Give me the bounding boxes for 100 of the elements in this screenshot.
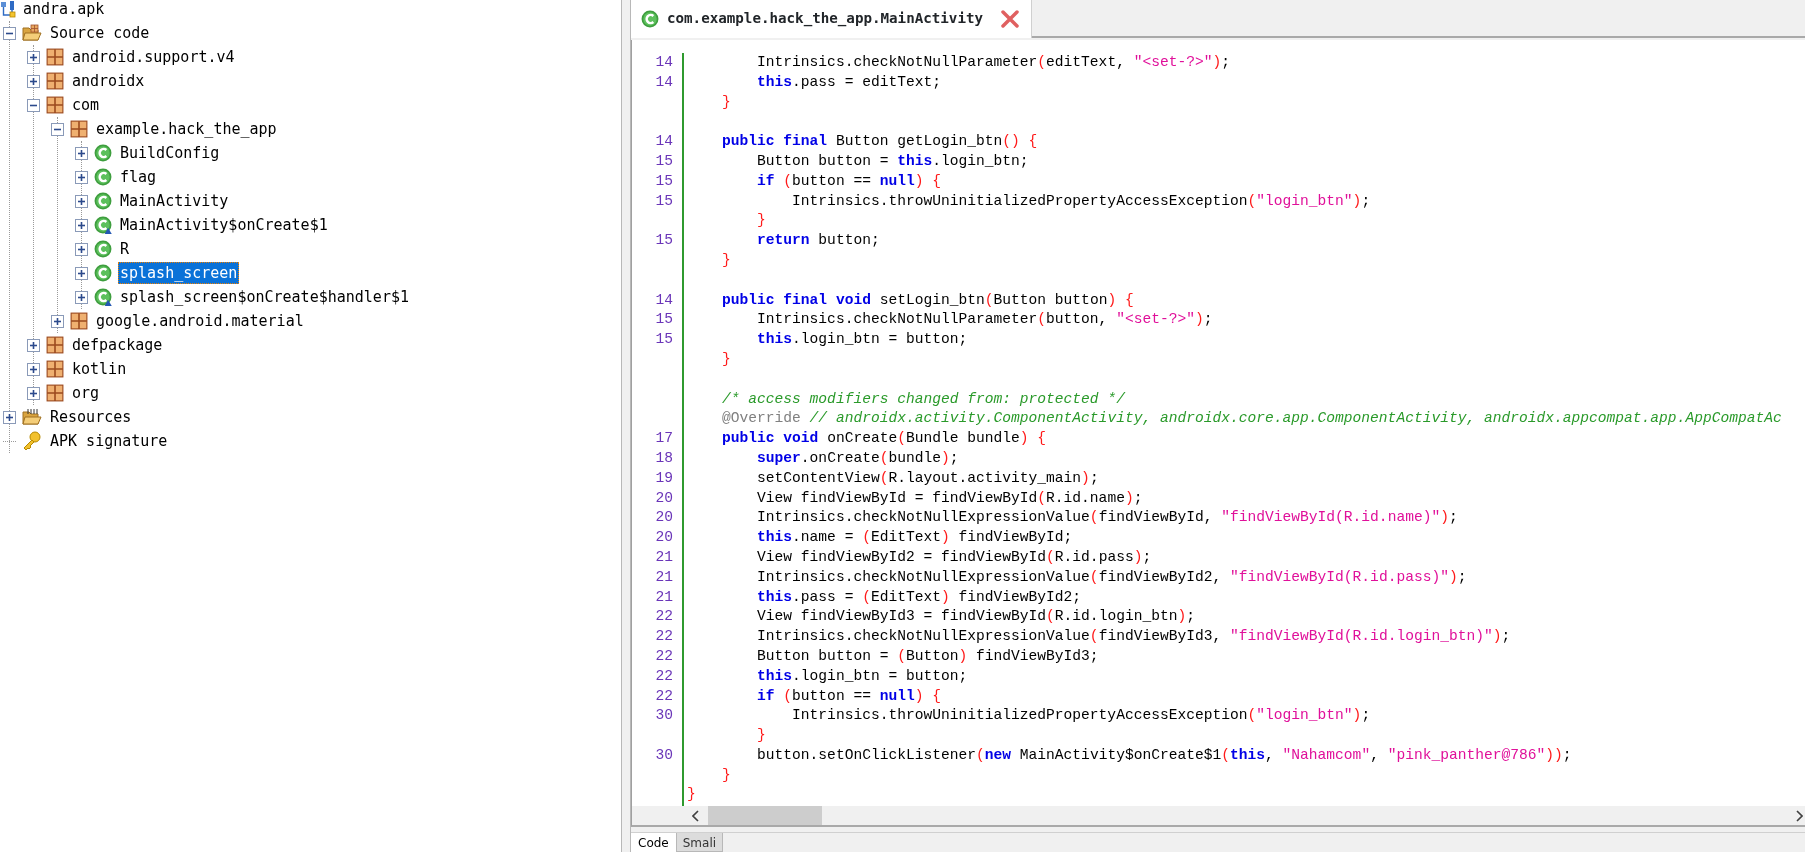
line-number: 22 <box>655 608 673 625</box>
package-icon <box>46 72 64 90</box>
tree-item[interactable]: google.android.material <box>94 310 306 332</box>
class-icon <box>94 240 112 258</box>
code-line: super.onCreate(bundle); <box>756 449 959 466</box>
tree-item[interactable]: splash_screen$onCreate$handler$1 <box>118 286 411 308</box>
code-line: Intrinsics.throwUninitializedPropertyAccessException("login_btn"); <box>791 192 1371 209</box>
code-line: View findViewById = findViewById(R.id.name); <box>756 489 1143 506</box>
line-number: 15 <box>655 192 673 209</box>
line-number: 14 <box>655 291 673 308</box>
line-number: 20 <box>655 489 673 506</box>
tree-item[interactable]: BuildConfig <box>118 142 222 164</box>
scroll-right-icon[interactable] <box>1795 809 1803 822</box>
line-number: 22 <box>655 628 673 645</box>
collapse-icon[interactable] <box>3 26 16 40</box>
tree-item[interactable]: flag <box>118 166 159 188</box>
code-line: setContentView(R.layout.activity_main); <box>756 469 1099 486</box>
expand-icon[interactable] <box>75 146 88 160</box>
tree-item[interactable]: Source code <box>48 22 152 44</box>
expand-icon[interactable] <box>75 242 88 256</box>
code-line: } <box>756 212 766 229</box>
tree-item[interactable]: android.support.v4 <box>70 46 237 68</box>
tree-item[interactable]: androidx <box>70 70 147 92</box>
code-line: Button button = (Button) findViewById3; <box>756 647 1099 664</box>
expand-icon[interactable] <box>27 338 40 352</box>
close-icon[interactable] <box>1001 10 1020 28</box>
code-line: Intrinsics.checkNotNullExpressionValue(findViewById3, "findViewById(R.id.login_btn)"); <box>756 628 1511 645</box>
code-line: public final Button getLogin_btn() { <box>721 133 1038 150</box>
code-line: public final void setLogin_btn(Button button) { <box>721 291 1134 308</box>
expand-icon[interactable] <box>75 170 88 184</box>
expand-icon[interactable] <box>51 314 64 328</box>
collapse-icon[interactable] <box>51 122 64 136</box>
line-number: 20 <box>655 529 673 546</box>
class-icon <box>94 192 112 210</box>
line-number: 15 <box>655 153 673 169</box>
code-line: this.login_btn = button; <box>756 331 968 348</box>
class-icon <box>641 10 659 28</box>
line-number: 15 <box>655 331 673 348</box>
code-line: return button; <box>756 232 880 249</box>
tree-item[interactable]: defpackage <box>70 334 165 356</box>
line-number: 30 <box>655 707 673 724</box>
line-number: 15 <box>655 172 673 189</box>
expand-icon[interactable] <box>27 74 40 88</box>
code-line: Intrinsics.checkNotNullExpressionValue(findViewById, "findViewById(R.id.name)"); <box>756 509 1458 526</box>
line-number: 14 <box>655 73 673 90</box>
code-line: } <box>687 786 696 803</box>
tree-item[interactable]: Resources <box>48 406 134 428</box>
expand-icon[interactable] <box>27 386 40 400</box>
line-number: 18 <box>655 449 673 466</box>
expand-icon[interactable] <box>75 218 88 232</box>
code-line: } <box>721 766 731 783</box>
tree-item[interactable]: example.hack_the_app <box>94 118 279 140</box>
code-line: } <box>721 251 731 268</box>
tree-item[interactable]: MainActivity <box>118 190 231 212</box>
code-line: Intrinsics.checkNotNullParameter(button, "<set-?>"); <box>756 311 1213 328</box>
package-icon <box>46 96 64 114</box>
code-line: this.name = (EditText) findViewById; <box>756 529 1073 546</box>
package-icon <box>46 336 64 354</box>
tree-item[interactable]: R <box>118 238 132 260</box>
tree-item[interactable]: org <box>70 382 102 404</box>
line-number: 17 <box>655 430 673 447</box>
line-number: 15 <box>655 311 673 328</box>
line-number: 22 <box>655 647 673 664</box>
tree-item[interactable]: andra.apk <box>21 0 107 20</box>
collapse-icon[interactable] <box>27 98 40 112</box>
scroll-left-icon[interactable] <box>692 809 700 822</box>
line-number: 15 <box>655 232 673 249</box>
package-icon <box>46 48 64 66</box>
line-number: 22 <box>655 687 673 704</box>
code-line: Intrinsics.checkNotNullExpressionValue(findViewById2, "findViewById(R.id.pass)"); <box>756 568 1467 585</box>
expand-icon[interactable] <box>75 194 88 208</box>
class-icon <box>94 264 112 282</box>
code-line: View findViewById2 = findViewById(R.id.pass); <box>756 548 1152 565</box>
expand-icon[interactable] <box>27 362 40 376</box>
expand-icon[interactable] <box>27 50 40 64</box>
code-line: Intrinsics.throwUninitializedPropertyAccessException("login_btn"); <box>791 707 1371 724</box>
editor-tab[interactable]: com.example.hack_the_app.MainActivity <box>631 0 1033 38</box>
scrollbar-thumb[interactable] <box>708 806 822 825</box>
expand-icon[interactable] <box>3 410 16 424</box>
package-icon <box>46 384 64 402</box>
tree-item[interactable]: kotlin <box>70 358 129 380</box>
package-icon <box>70 312 88 330</box>
line-number: 22 <box>655 667 673 684</box>
tree-item[interactable]: MainActivity$onCreate$1 <box>118 214 330 236</box>
view-tab[interactable]: Smali <box>675 833 724 852</box>
tree-item[interactable]: com <box>70 94 102 116</box>
code-line: @Override // androidx.activity.ComponentActivity, androidx.core.app.ComponentActivity, androidx.appcompat.app.AppCompatAc <box>721 410 1782 427</box>
code-line: this.pass = (EditText) findViewById2; <box>756 588 1082 605</box>
line-number: 20 <box>655 509 673 526</box>
view-tab[interactable]: Code <box>631 833 676 852</box>
code-line: Intrinsics.checkNotNullParameter(editText, "<set-?>"); <box>756 54 1230 70</box>
tree-item[interactable]: splash_screen <box>118 262 240 284</box>
code-line: if (button == null) { <box>756 687 941 704</box>
line-number: 21 <box>655 548 673 565</box>
line-number: 21 <box>655 568 673 585</box>
expand-icon[interactable] <box>75 266 88 280</box>
hierarchy-icon <box>0 0 16 18</box>
tree-item[interactable]: APK signature <box>48 430 170 452</box>
code-line: if (button == null) { <box>756 172 941 189</box>
expand-icon[interactable] <box>75 290 88 304</box>
